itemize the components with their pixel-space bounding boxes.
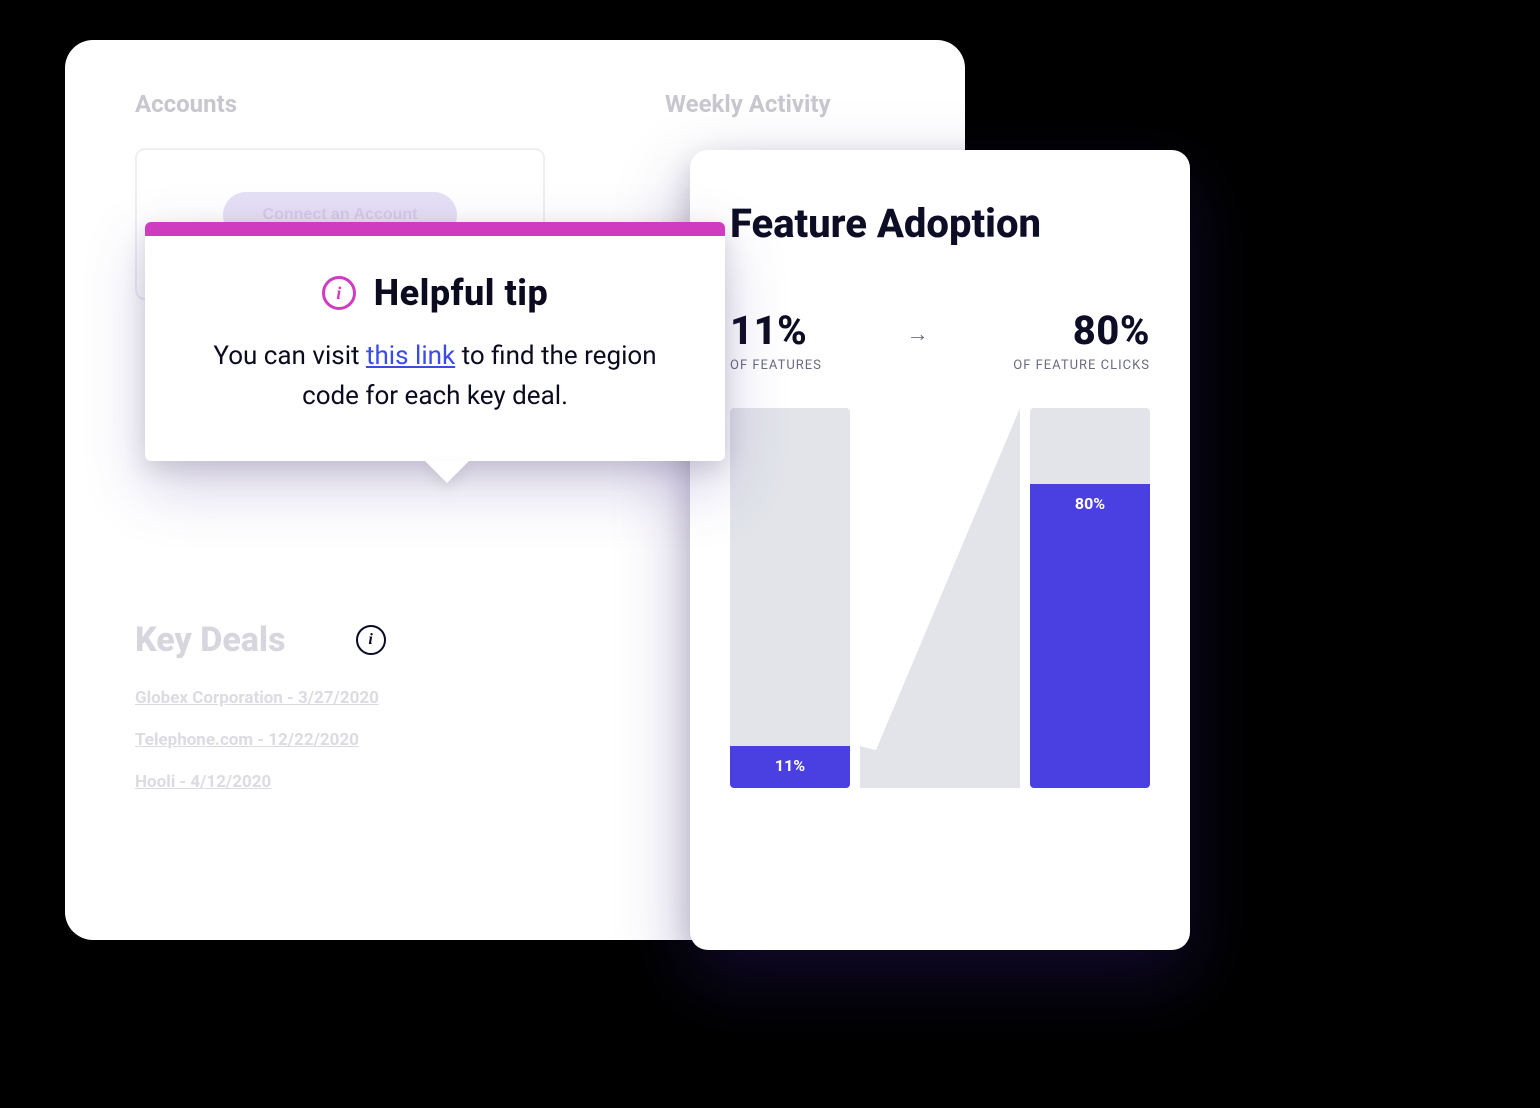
tooltip-title: Helpful tip [374,272,549,314]
tooltip-body: You can visit this link to find the regi… [193,336,677,417]
weekly-activity-heading: Weekly Activity [665,90,831,118]
helpful-tip-tooltip: i Helpful tip You can visit this link to… [145,222,725,461]
metric-left: 11% OF FEATURES [730,307,822,373]
feature-adoption-title: Feature Adoption [730,200,1150,247]
metric-right-label: OF FEATURE CLICKS [1013,358,1150,373]
accounts-heading: Accounts [135,90,545,118]
metrics-row: 11% OF FEATURES → 80% OF FEATURE CLICKS [730,307,1150,373]
metric-right: 80% OF FEATURE CLICKS [1013,307,1150,373]
key-deals-heading: Key Deals [135,620,286,660]
bar-right-fill: 80% [1030,484,1150,788]
metric-left-label: OF FEATURES [730,358,822,373]
bar-left: 11% [730,408,850,788]
arrow-right-icon: → [907,321,929,347]
info-icon: i [322,276,356,310]
feature-chart: 11% 80% [730,408,1150,788]
bar-left-fill: 11% [730,746,850,788]
tooltip-link[interactable]: this link [366,341,455,371]
info-icon[interactable]: i [356,625,386,655]
metric-left-value: 11% [730,307,822,354]
feature-adoption-card: Feature Adoption 11% OF FEATURES → 80% O… [690,150,1190,950]
metric-right-value: 80% [1013,307,1150,354]
bar-right: 80% [1030,408,1150,788]
